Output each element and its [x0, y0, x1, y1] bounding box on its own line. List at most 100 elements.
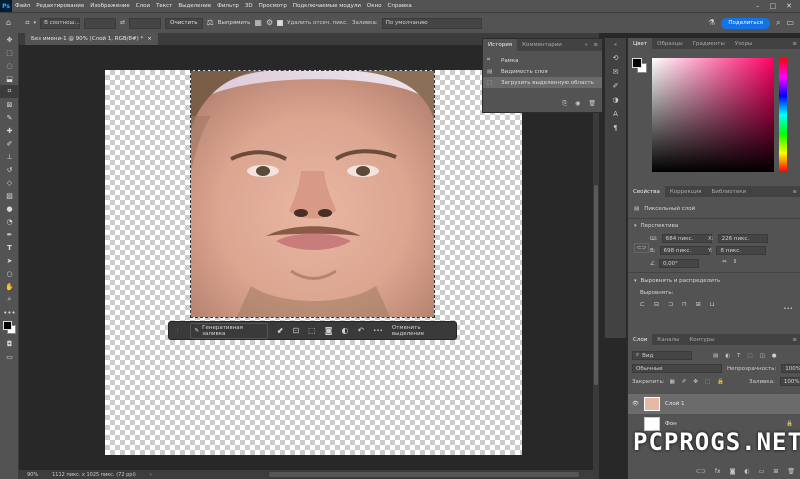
panel-menu-icon[interactable]: ≡	[593, 42, 598, 48]
home-icon[interactable]: ⌂	[6, 18, 11, 28]
blend-mode-select[interactable]: Обычные	[632, 364, 722, 373]
link-icon[interactable]: ⊂⊃	[634, 243, 650, 253]
tab-layers[interactable]: Слои	[628, 334, 653, 345]
search-icon[interactable]: ⌕	[776, 18, 780, 28]
opacity-field[interactable]: 100%	[781, 364, 800, 373]
history-brush-tool-icon[interactable]: ↺	[0, 163, 19, 176]
type-tool-icon[interactable]: T	[0, 241, 19, 254]
trash-icon[interactable]: 🗑	[787, 468, 795, 475]
chevron-down-icon[interactable]: ▾	[34, 18, 37, 28]
history-panel-icon[interactable]: ⟲	[613, 54, 619, 62]
align-middle-icon[interactable]: ⊞	[696, 301, 701, 308]
filter-type-icon[interactable]: T	[737, 353, 740, 359]
paint-bucket-tool-icon[interactable]: ▨	[0, 189, 19, 202]
overlay-grid-icon[interactable]: ▦	[254, 18, 262, 28]
screen-mode-icon[interactable]: ▭	[0, 350, 19, 363]
color-swatch-pair[interactable]	[632, 58, 648, 74]
path-select-tool-icon[interactable]: ➤	[0, 254, 19, 267]
tab-color[interactable]: Цвет	[628, 38, 653, 49]
horizontal-scrollbar[interactable]	[269, 472, 579, 477]
collapse-dock-icon[interactable]: «	[614, 42, 617, 48]
x-field[interactable]: 226 пикс.	[717, 234, 768, 243]
generative-fill-button[interactable]: ✎ Генеративная заливка	[189, 322, 268, 339]
angle-field[interactable]: 0,00°	[658, 259, 699, 268]
menu-view[interactable]: Просмотр	[256, 3, 290, 9]
history-item[interactable]: ⌗ Рамка	[483, 55, 602, 66]
healing-brush-tool-icon[interactable]: ✚	[0, 124, 19, 137]
tab-comments[interactable]: Комментарии	[517, 39, 567, 51]
filter-smart-icon[interactable]: ◫	[760, 353, 765, 359]
align-center-icon[interactable]: ⊟	[654, 301, 659, 308]
visibility-eye-icon[interactable]: 👁	[632, 401, 639, 407]
adjustment-layer-icon[interactable]: ◐	[744, 468, 749, 475]
tab-swatches[interactable]: Образцы	[652, 38, 688, 49]
drag-handle[interactable]: ⋮	[175, 328, 181, 334]
mask-icon[interactable]: ◙	[325, 326, 333, 336]
fill-field[interactable]: 100%	[779, 377, 800, 386]
flip-vertical-icon[interactable]: ⇕	[733, 259, 738, 265]
panel-menu-icon[interactable]: ≡	[792, 189, 800, 195]
align-bottom-icon[interactable]: ⊔	[710, 301, 715, 308]
saturation-brightness-field[interactable]	[652, 58, 774, 172]
link-layers-icon[interactable]: ⊂⊃	[696, 468, 706, 475]
chevron-down-icon[interactable]: ▾	[634, 278, 637, 284]
layer-image[interactable]	[190, 70, 435, 318]
document-tab[interactable]: Без имени-1 @ 90% (Слой 1, RGB/8#) * ×	[25, 33, 158, 45]
layer-filter-select[interactable]: ⌕ Вид	[632, 351, 692, 360]
align-top-icon[interactable]: ⊓	[682, 301, 687, 308]
adjustments-panel-icon[interactable]: ◑	[612, 96, 618, 104]
menu-image[interactable]: Изображение	[87, 3, 133, 9]
filter-pixel-icon[interactable]: ▤	[713, 353, 718, 359]
panel-menu-icon[interactable]: ≡	[792, 337, 800, 343]
close-tab-icon[interactable]: ×	[147, 36, 152, 42]
straighten-icon[interactable]: ⚖	[207, 18, 214, 28]
width-field[interactable]: 684 пикс.	[661, 234, 712, 243]
eyedropper-tool-icon[interactable]: ✎	[0, 111, 19, 124]
tab-libraries[interactable]: Библиотеки	[706, 186, 751, 197]
menu-filter[interactable]: Фильтр	[214, 3, 242, 9]
pen-tool-icon[interactable]: ✒	[0, 228, 19, 241]
undo-icon[interactable]: ↶	[357, 326, 364, 336]
crop-tool-icon[interactable]: ⌗	[0, 85, 19, 98]
dodge-tool-icon[interactable]: ◔	[0, 215, 19, 228]
filter-adjustment-icon[interactable]: ◐	[725, 353, 730, 359]
foreground-swatch[interactable]	[632, 58, 642, 68]
crop-width-field[interactable]	[84, 17, 117, 29]
panel-menu-icon[interactable]: ≡	[792, 41, 800, 47]
layer-row[interactable]: 👁 Слой 1	[628, 394, 800, 414]
character-panel-icon[interactable]: A	[613, 110, 618, 118]
fill-select[interactable]: По умолчанию	[381, 17, 482, 29]
zoom-level[interactable]: 90%	[27, 472, 38, 478]
trash-icon[interactable]: 🗑	[588, 100, 596, 108]
clear-button[interactable]: Очистить	[165, 17, 203, 29]
hand-tool-icon[interactable]: ✋	[0, 280, 19, 293]
add-mask-icon[interactable]: ◙	[730, 468, 736, 475]
swap-icon[interactable]: ⇄	[120, 18, 125, 28]
more-options-button[interactable]: •••	[373, 328, 383, 334]
layer-style-icon[interactable]: fx	[715, 468, 721, 475]
filter-shape-icon[interactable]: ⬚	[747, 353, 752, 359]
lock-pixels-icon[interactable]: ✐	[682, 379, 687, 385]
menu-type[interactable]: Текст	[153, 3, 175, 9]
collapse-icon[interactable]: »	[585, 42, 588, 48]
move-tool-icon[interactable]: ✥	[0, 33, 19, 46]
flip-horizontal-icon[interactable]: ⇔	[722, 259, 727, 265]
tab-gradients[interactable]: Градиенты	[688, 38, 730, 49]
gear-icon[interactable]: ⚙	[266, 18, 273, 28]
hue-slider[interactable]	[779, 58, 787, 172]
workspace-icon[interactable]: ▭	[786, 18, 794, 28]
frame-tool-icon[interactable]: ⊠	[0, 98, 19, 111]
align-right-icon[interactable]: ⊐	[668, 301, 673, 308]
ellipse-tool-icon[interactable]: ○	[0, 267, 19, 280]
align-left-icon[interactable]: ⊏	[640, 301, 645, 308]
y-field[interactable]: 8 пикс.	[716, 246, 767, 255]
comments-panel-icon[interactable]: ✉	[613, 68, 619, 76]
chevron-down-icon[interactable]: ▾	[634, 223, 637, 229]
foreground-color-swatch[interactable]	[3, 321, 12, 330]
deselect-button[interactable]: Отменить выделение	[392, 325, 450, 337]
maximize-icon[interactable]: □	[770, 2, 777, 10]
tab-patterns[interactable]: Узоры	[730, 38, 757, 49]
brush-tool-icon[interactable]: ✐	[0, 137, 19, 150]
quick-mask-icon[interactable]: ◘	[0, 337, 19, 350]
minimize-icon[interactable]: –	[756, 2, 760, 10]
